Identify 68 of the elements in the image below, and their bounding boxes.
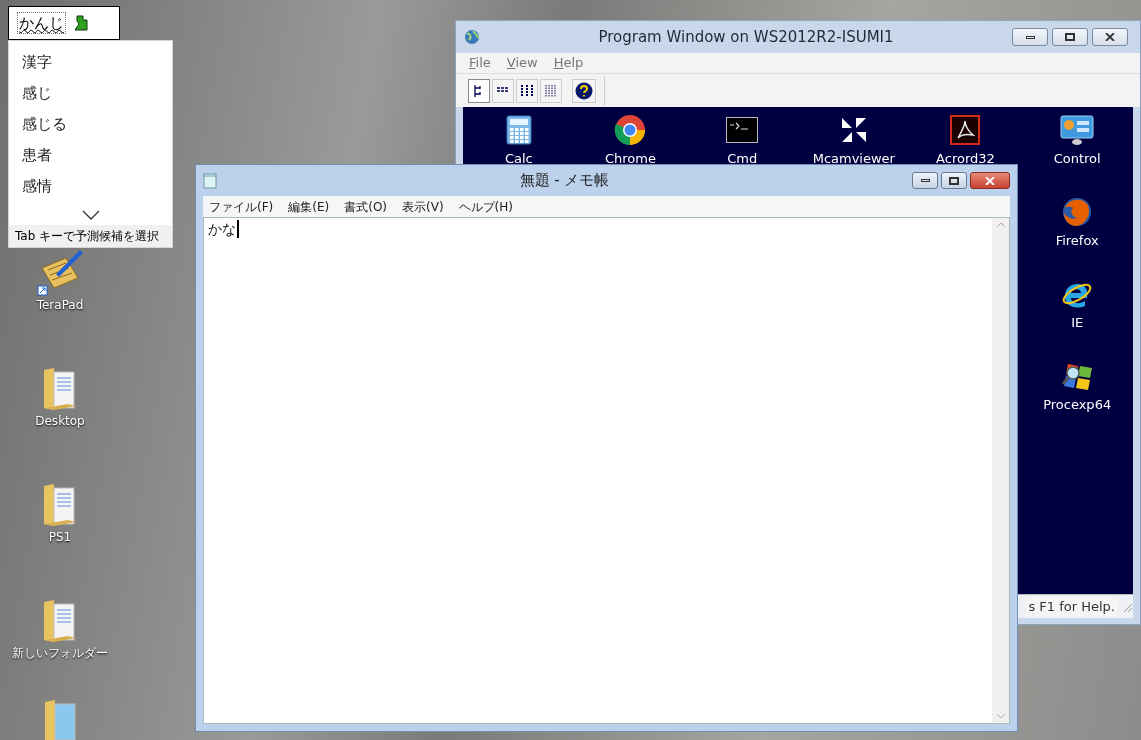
chevron-down-icon[interactable] [81,210,100,220]
document-icon [950,115,981,145]
candidate-item[interactable]: 漢字 [9,47,172,78]
view-toggle-button[interactable] [468,78,490,103]
desktop-icon-label[interactable]: TeraPad [36,296,84,314]
program-label[interactable]: Calc [504,149,533,163]
document-text: かな [208,220,239,238]
candidate-item[interactable]: 患者 [9,140,172,171]
minimize-button[interactable] [1012,28,1048,46]
question-mark-icon [575,81,593,100]
program-label[interactable]: Chrome [605,149,656,163]
minimize-button[interactable] [912,172,938,189]
candidate-item[interactable]: 感情 [9,171,172,202]
view-mode-icon [544,83,558,98]
minimize-icon [920,179,930,182]
circle-logo-icon [614,114,647,146]
view-toggle-button[interactable] [516,78,538,103]
folder-icon [42,482,78,528]
menu-item[interactable]: Help [553,53,584,73]
notepad-icon [203,172,217,189]
menu-item[interactable]: 書式(O) [344,197,388,216]
menu-item[interactable]: ヘルプ(H) [458,197,513,216]
desktop-icon-label[interactable]: Desktop [35,412,85,430]
window-title: 無題 - メモ帳 [518,170,611,192]
candidate-hint: Tab キーで予測候補を選択 [9,225,172,247]
fox-globe-icon [1061,196,1094,228]
folder-icon [42,598,78,644]
help-button[interactable] [572,78,596,103]
menu-item[interactable]: View [506,53,538,73]
view-toggle-button[interactable] [540,78,562,103]
desktop-icon-label[interactable]: 新しいフォルダー [12,644,108,662]
control-panel-icon [1060,115,1095,145]
minimize-icon [1025,35,1035,39]
program-label[interactable]: Control [1053,149,1101,169]
maximize-button[interactable] [941,172,967,189]
ime-mode-icon [74,15,88,31]
notepad-pencil-icon [36,248,84,296]
view-mode-icon [520,83,534,98]
maximize-icon [1065,33,1075,41]
menu-item[interactable]: ファイル(F) [209,197,274,216]
folder-icon [43,700,79,740]
view-toggle-button[interactable] [492,78,514,103]
program-label[interactable]: Acrord32 [936,149,995,163]
program-label[interactable]: Mcamviewer [812,149,895,163]
menu-item[interactable]: File [469,53,491,73]
arrows-icon [839,116,868,144]
program-label[interactable]: IE [1071,313,1084,333]
menu-item[interactable]: 編集(E) [288,197,330,216]
close-button[interactable] [1092,28,1128,46]
candidate-item[interactable]: 感じ [9,78,172,109]
status-bar-text: s F1 for Help. [1026,596,1117,617]
program-label[interactable]: Procexp64 [1043,395,1112,415]
close-icon [1105,33,1115,41]
composition-text: かんじ [17,12,66,34]
menu-item[interactable]: 表示(V) [402,197,444,216]
globe-icon [464,29,480,45]
candidate-item[interactable]: 感じる [9,109,172,140]
close-button[interactable] [970,172,1010,189]
program-label[interactable]: Cmd [727,149,758,163]
desktop-icon-label[interactable]: PS1 [48,528,72,546]
window-title: Program Window on WS2012R2-ISUMI1 [597,26,895,48]
folder-icon [42,366,78,412]
terminal-icon [726,117,759,143]
maximize-icon [949,176,959,185]
maximize-button[interactable] [1052,28,1088,46]
calculator-icon [505,115,532,145]
program-label[interactable]: Firefox [1055,231,1099,251]
close-icon [985,176,995,185]
